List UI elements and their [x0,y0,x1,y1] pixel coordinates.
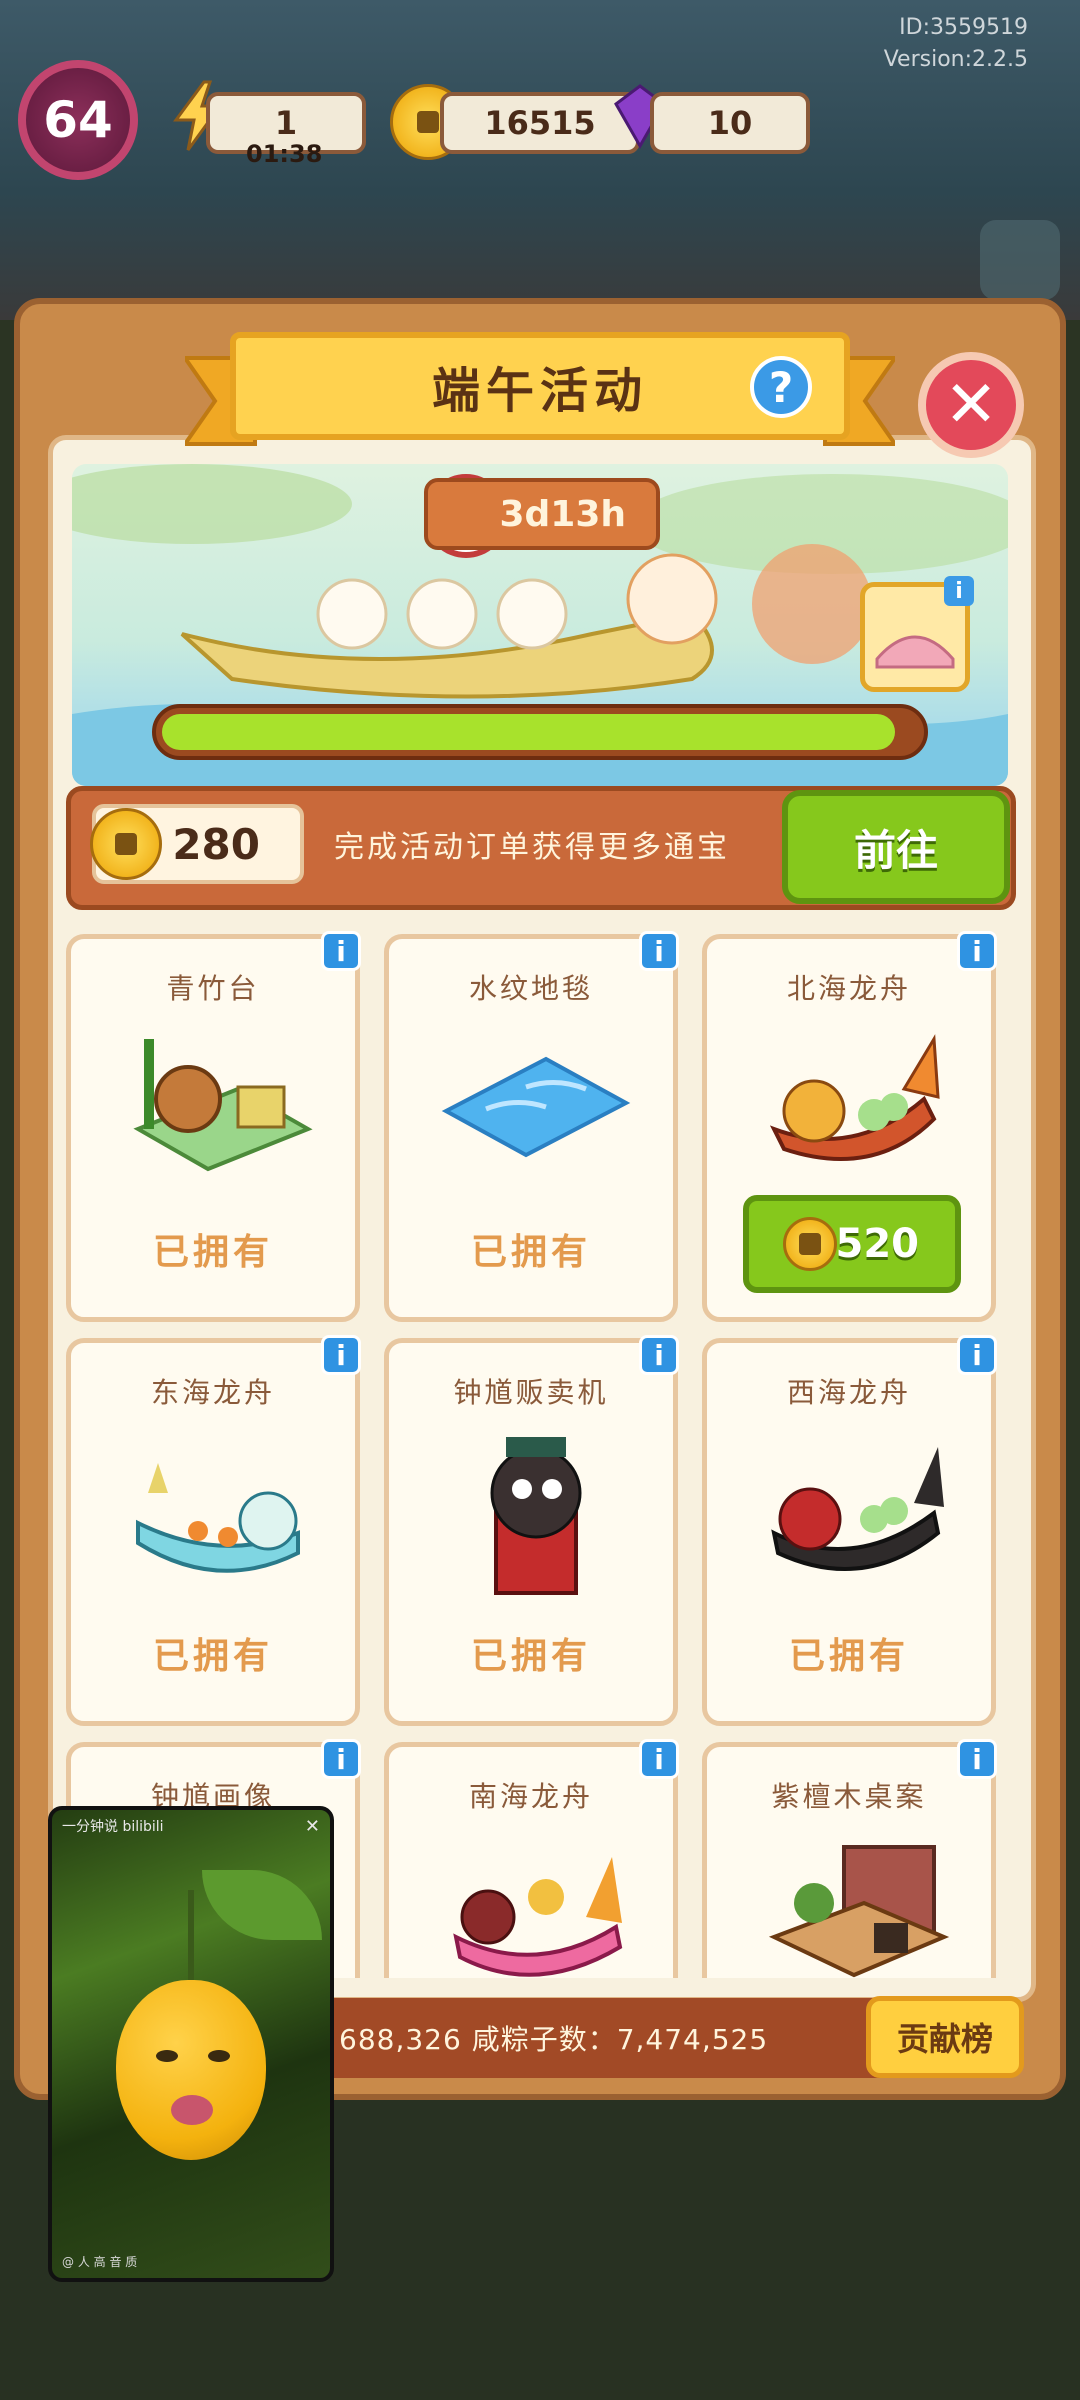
leaf-shape [202,1870,322,1940]
item-info-icon[interactable]: i [639,931,679,971]
video-title: 一分钟说 bilibili [62,1819,164,1835]
event-timer: 3d13h [424,478,660,550]
energy-timer: 01:38 [246,140,323,168]
close-button[interactable]: ✕ [918,352,1024,458]
north-dragon-boat-art [769,1034,940,1161]
level-badge[interactable]: 64 [18,60,138,180]
item-card[interactable]: 水纹地毯 已拥有 i [384,931,679,1322]
event-progress-fill [162,714,895,750]
lemon-face [116,1980,266,2160]
video-close-icon[interactable]: ✕ [305,1816,320,1837]
east-dragon-boat-art [136,1463,300,1573]
item-info-icon[interactable]: i [639,1739,679,1779]
contribution-rank-button[interactable]: 贡献榜 [866,1996,1024,2078]
item-card[interactable]: 紫檀木桌案 i [702,1739,997,1978]
item-card[interactable]: 东海龙舟 已拥有 i [66,1335,361,1726]
item-info-icon[interactable]: i [957,1739,997,1779]
item-card[interactable]: 南海龙舟 i [384,1739,679,1978]
west-dragon-boat-art [771,1447,944,1571]
item-info-icon[interactable]: i [321,1739,361,1779]
item-info-icon[interactable]: i [321,931,361,971]
item-info-icon[interactable]: i [957,1335,997,1375]
buy-button[interactable]: 520 [743,1195,961,1293]
id-version-label: ID:3559519 Version:2.2.5 [883,15,1028,72]
item-card[interactable]: 北海龙舟 520 i [702,931,997,1322]
water-rug-art [441,1056,631,1158]
stem-shape [188,1890,194,1990]
help-button[interactable]: ? [750,356,812,418]
gem-counter[interactable]: 10 [650,92,810,154]
rosewood-table-art [768,1845,950,1978]
tongbao-coin-icon [783,1217,837,1271]
settings-gear-icon[interactable] [980,220,1060,300]
tongbao-coin-icon [90,808,162,880]
item-card[interactable]: 西海龙舟 已拥有 i [702,1335,997,1726]
bamboo-stage-art [133,1039,313,1172]
zhongkui-vending-art [490,1437,582,1595]
event-progress-bar [152,704,928,760]
item-card[interactable]: 青竹台 已拥有 i [66,931,361,1322]
item-card[interactable]: 钟馗贩卖机 已拥有 i [384,1335,679,1726]
go-button[interactable]: 前往 [782,790,1010,904]
floating-video-player[interactable]: 一分钟说 bilibili ✕ @ 人 高 音 质 [48,1806,334,2282]
currency-hint: 完成活动订单获得更多通宝 [334,830,730,865]
item-info-icon[interactable]: i [639,1335,679,1375]
item-info-icon[interactable]: i [321,1335,361,1375]
reward-info-icon[interactable]: i [944,576,974,606]
video-caption: @ 人 高 音 质 [62,2255,138,2269]
south-dragon-boat-art [453,1857,623,1977]
item-info-icon[interactable]: i [957,931,997,971]
